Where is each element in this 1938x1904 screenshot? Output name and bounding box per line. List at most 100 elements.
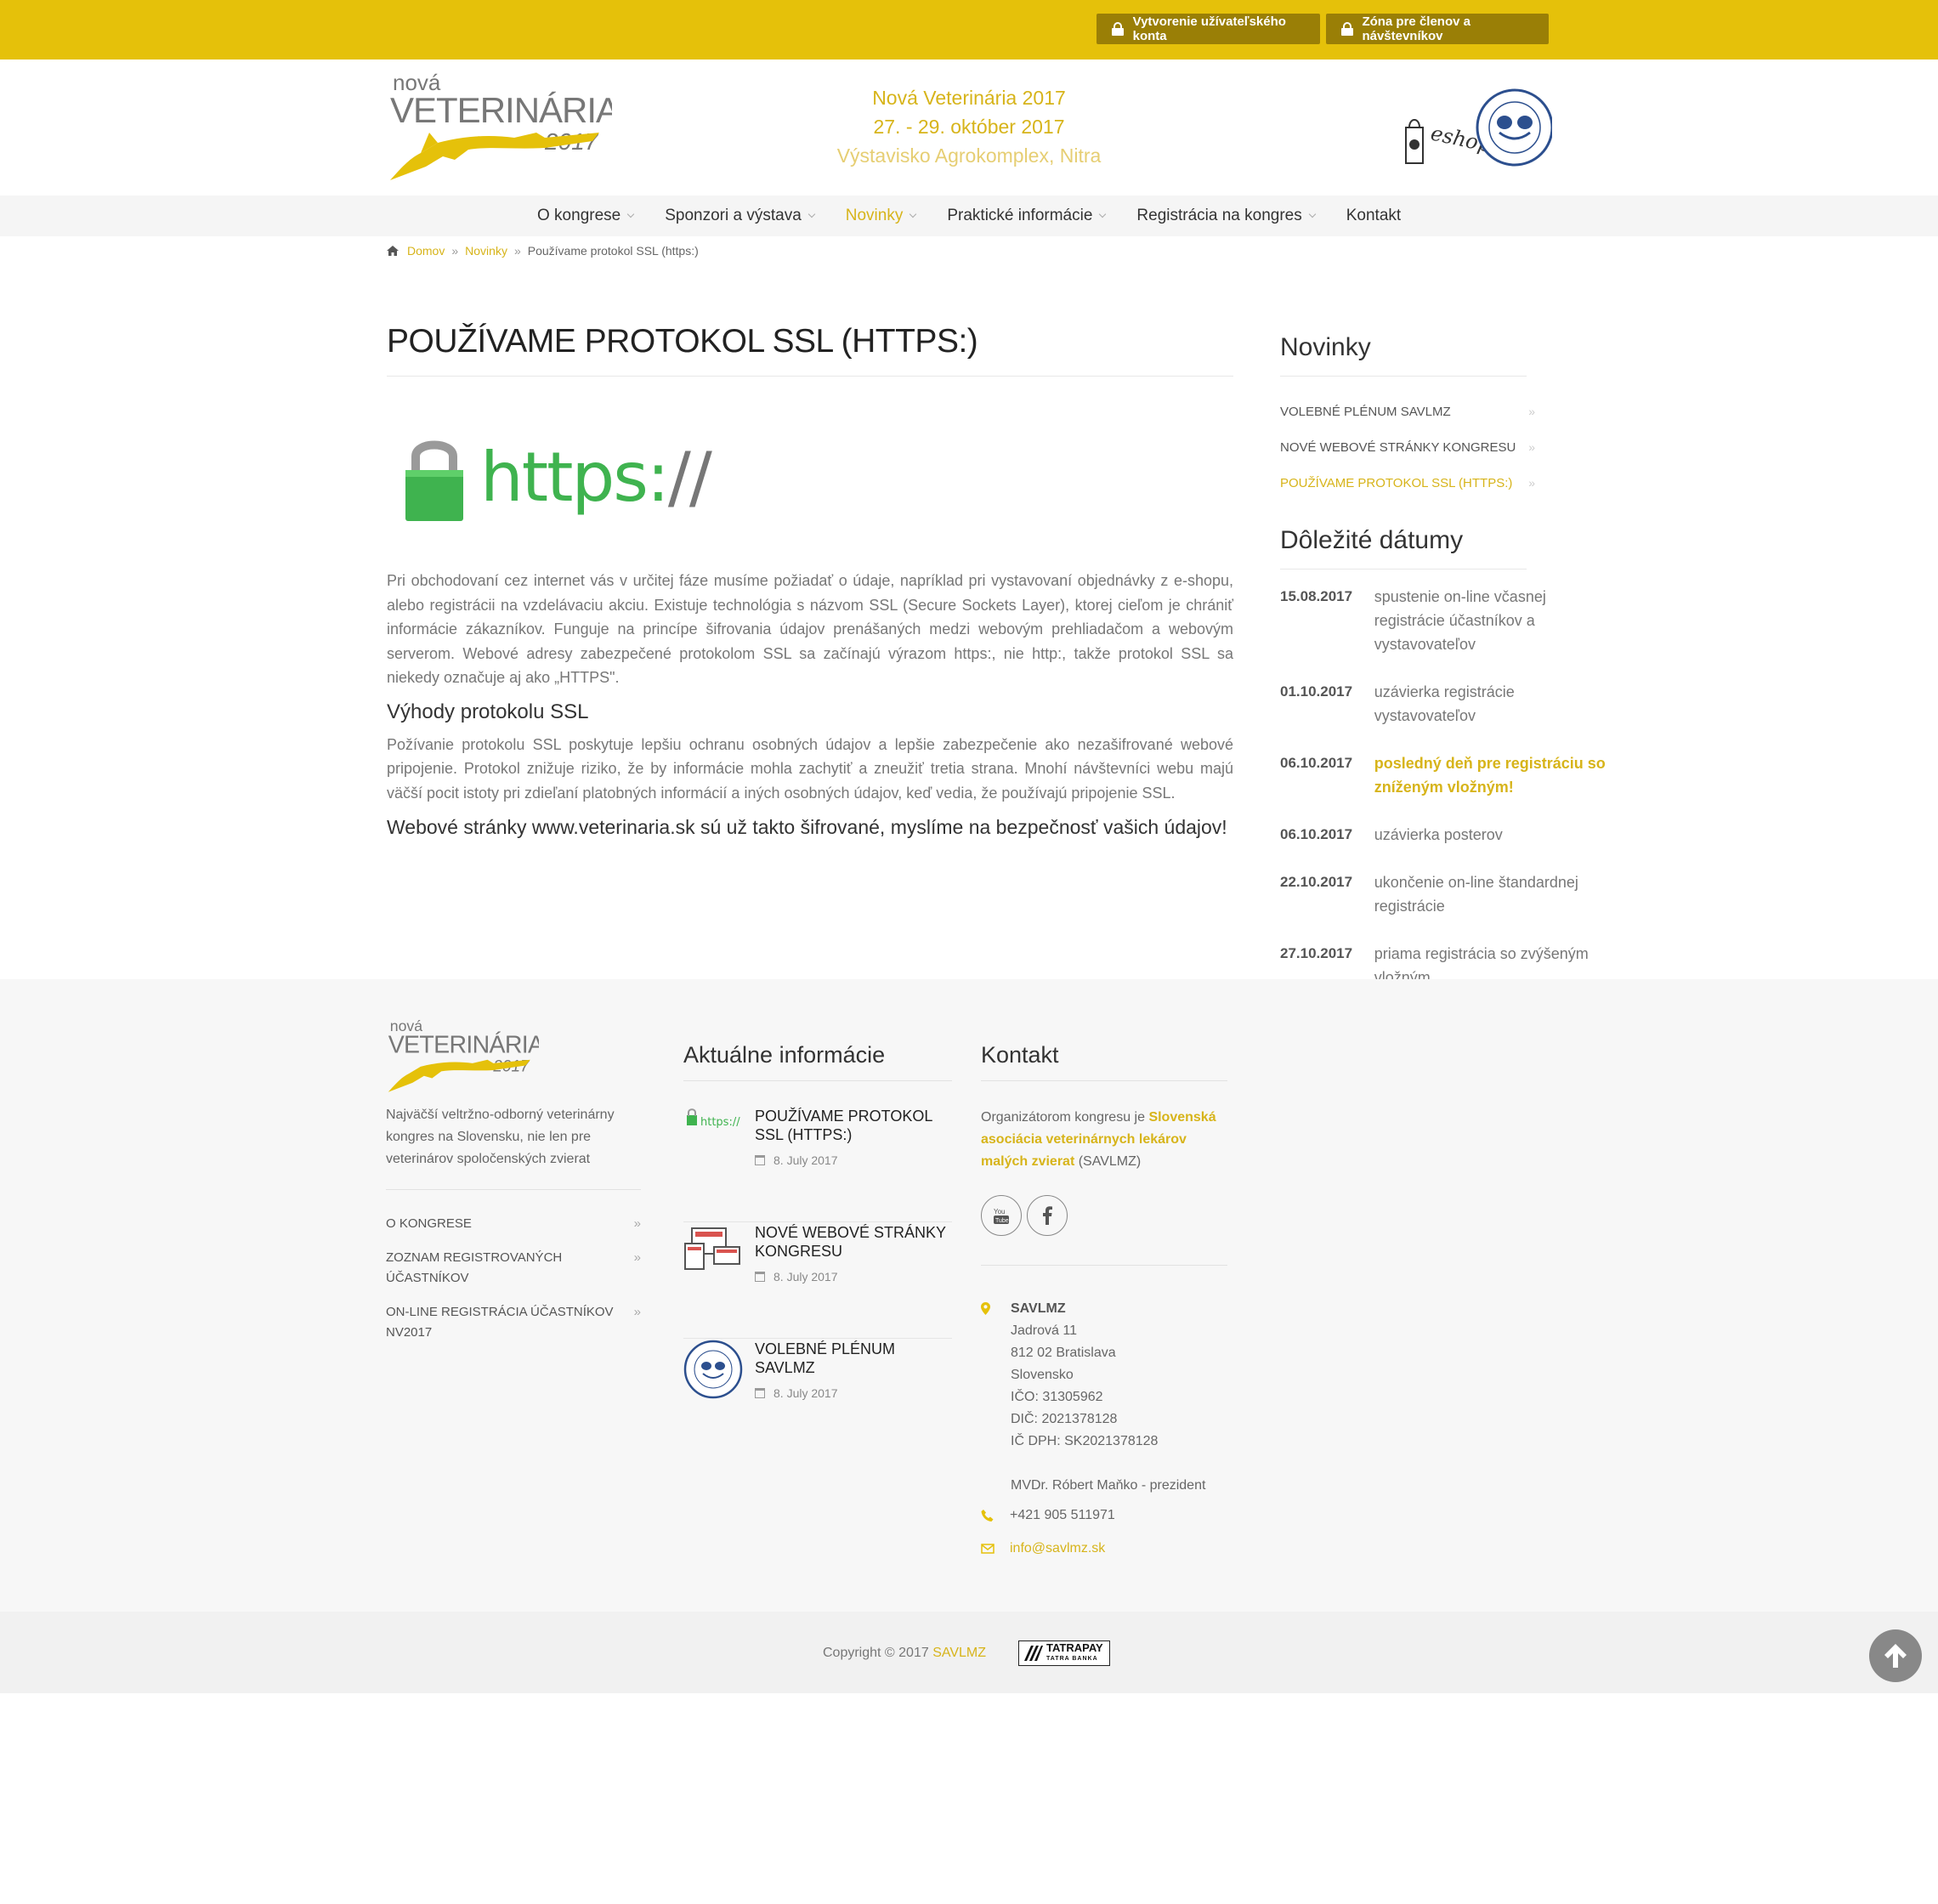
facebook-link[interactable] xyxy=(1027,1195,1068,1236)
calendar-icon xyxy=(755,1272,765,1282)
footer-link[interactable]: ON-LINE REGISTRÁCIA ÚČASTNÍKOV NV2017 » xyxy=(386,1302,641,1343)
breadcrumb-separator: » xyxy=(451,244,459,258)
savlmz-seal-icon xyxy=(683,1340,743,1399)
arrow-up-icon xyxy=(1884,1644,1907,1668)
veterinaria-logo: nová VETERINÁRIA 2017 xyxy=(390,70,612,180)
contact-phone: +421 905 511971 xyxy=(981,1508,1115,1523)
contact-organizer: Organizátorom kongresu je Slovenská asoc… xyxy=(981,1107,1236,1173)
footer-news-item[interactable]: https:// POUŽÍVAME PROTOKOL SSL (HTTPS:)… xyxy=(683,1107,952,1222)
footer-news-item[interactable]: NOVÉ WEBOVÉ STRÁNKY KONGRESU 8. July 201… xyxy=(683,1223,952,1339)
page-title: POUŽÍVAME PROTOKOL SSL (HTTPS:) xyxy=(387,323,1233,377)
breadcrumb: Domov » Novinky » Používame protokol SSL… xyxy=(387,244,699,258)
news-title: NOVÉ WEBOVÉ STRÁNKY KONGRESU xyxy=(755,1224,946,1260)
home-icon xyxy=(387,246,399,256)
nav-item-kontakt[interactable]: Kontakt xyxy=(1346,207,1401,225)
date-text: spustenie on-line včasnej registrácie úč… xyxy=(1374,588,1546,653)
sidebar: Novinky VOLEBNÉ PLÉNUM SAVLMZ » NOVÉ WEBO… xyxy=(1280,333,1620,989)
event-location: Výstavisko Agrokomplex, Nitra xyxy=(836,144,1102,167)
article: POUŽÍVAME PROTOKOL SSL (HTTPS:) https://… xyxy=(387,323,1233,839)
address-street: Jadrová 11 xyxy=(1011,1323,1077,1338)
news-date: 8. July 2017 xyxy=(755,1270,838,1284)
copyright-brand-link[interactable]: SAVLMZ xyxy=(932,1646,986,1660)
breadcrumb-current: Používame protokol SSL (https:) xyxy=(527,244,699,258)
date-text: ukončenie on-line štandardnej registráci… xyxy=(1374,874,1578,915)
date-text: uzávierka registrácie vystavovateľov xyxy=(1374,683,1515,724)
news-title: VOLEBNÉ PLÉNUM SAVLMZ xyxy=(755,1340,896,1376)
member-zone-button[interactable]: Zóna pre členov a návštevníkov xyxy=(1326,14,1549,44)
news-thumb-text: https:// xyxy=(700,1116,740,1129)
nav-label: Praktické informácie xyxy=(947,207,1093,224)
chevron-right-icon: » xyxy=(1528,476,1535,490)
date-value: 06.10.2017 xyxy=(1280,826,1353,842)
date-row: 22.10.2017 ukončenie on-line štandardnej … xyxy=(1280,870,1620,918)
address-country: Slovensko xyxy=(1011,1368,1074,1382)
lock-icon xyxy=(1341,22,1354,36)
address-icdph: IČ DPH: SK2021378128 xyxy=(1011,1434,1159,1448)
chevron-right-icon: » xyxy=(633,1250,641,1265)
address-city: 812 02 Bratislava xyxy=(1011,1346,1116,1360)
create-account-button[interactable]: Vytvorenie užívateľského konta xyxy=(1096,14,1320,44)
sidebar-news-item[interactable]: NOVÉ WEBOVÉ STRÁNKY KONGRESU » xyxy=(1280,429,1535,465)
event-info: Nová Veterinária 2017 27. - 29. október … xyxy=(790,83,1148,170)
contact-pre: Organizátorom kongresu je xyxy=(981,1110,1149,1125)
divider xyxy=(981,1265,1227,1266)
sidebar-news-label: VOLEBNÉ PLÉNUM SAVLMZ xyxy=(1280,404,1451,419)
event-title: Nová Veterinária 2017 xyxy=(872,87,1066,109)
news-thumbnail xyxy=(683,1340,743,1399)
nav-item-registracia[interactable]: Registrácia na kongres xyxy=(1136,207,1316,225)
footer-description: Najväčší veltržno-odborný veterinárny ko… xyxy=(386,1104,641,1190)
devices-icon xyxy=(684,1227,740,1270)
nav-item-novinky[interactable]: Novinky xyxy=(846,207,917,225)
news-date-text: 8. July 2017 xyxy=(774,1270,838,1284)
footer-news-item[interactable]: VOLEBNÉ PLÉNUM SAVLMZ 8. July 2017 xyxy=(683,1340,952,1455)
padlock-icon xyxy=(405,440,463,521)
breadcrumb-novinky[interactable]: Novinky xyxy=(465,244,507,258)
news-thumbnail xyxy=(683,1223,743,1283)
nav-item-sponzori[interactable]: Sponzori a výstava xyxy=(665,207,816,225)
date-row: 01.10.2017 uzávierka registrácie vystavov… xyxy=(1280,680,1620,728)
scroll-to-top-button[interactable] xyxy=(1869,1629,1922,1682)
https-text-a: https: xyxy=(480,438,670,517)
news-date-text: 8. July 2017 xyxy=(774,1386,838,1400)
chevron-down-icon xyxy=(626,210,635,218)
svg-text:Tube: Tube xyxy=(995,1218,1009,1224)
address-name: SAVLMZ xyxy=(1011,1301,1066,1316)
chevron-right-icon: » xyxy=(633,1305,641,1319)
top-bar: Vytvorenie užívateľského konta Zóna pre … xyxy=(0,0,1938,60)
footer-link[interactable]: ZOZNAM REGISTROVANÝCH ÚČASTNÍKOV » xyxy=(386,1248,641,1289)
https-text: https:// xyxy=(480,438,712,517)
date-value: 15.08.2017 xyxy=(1280,588,1353,604)
contact-email-link[interactable]: info@savlmz.sk xyxy=(981,1541,1105,1556)
date-text: uzávierka posterov xyxy=(1374,826,1503,843)
phone-number: +421 905 511971 xyxy=(1010,1508,1115,1522)
date-row: 15.08.2017 spustenie on-line včasnej regi… xyxy=(1280,585,1620,656)
breadcrumb-separator: » xyxy=(513,244,521,258)
event-dates: 27. - 29. október 2017 xyxy=(873,116,1065,138)
address-dic: DIČ: 2021378128 xyxy=(1011,1412,1118,1426)
main-nav: O kongrese Sponzori a výstava Novinky Pr… xyxy=(0,196,1938,236)
footer-link-label: O KONGRESE xyxy=(386,1216,472,1231)
nav-item-prakticke-informacie[interactable]: Praktické informácie xyxy=(947,207,1107,225)
date-value: 06.10.2017 xyxy=(1280,755,1353,771)
news-title: POUŽÍVAME PROTOKOL SSL (HTTPS:) xyxy=(755,1108,932,1143)
footer-link[interactable]: O KONGRESE » xyxy=(386,1214,641,1234)
chevron-right-icon: » xyxy=(633,1216,641,1231)
breadcrumb-home[interactable]: Domov xyxy=(407,244,445,258)
map-marker-icon xyxy=(981,1302,990,1315)
date-row-highlight: 06.10.2017 posledný deň pre registráciu s… xyxy=(1280,751,1620,799)
sidebar-news-item-active[interactable]: POUŽÍVAME PROTOKOL SSL (HTTPS:) » xyxy=(1280,465,1535,501)
sidebar-news-list: VOLEBNÉ PLÉNUM SAVLMZ » NOVÉ WEBOVÉ STRÁN… xyxy=(1280,394,1620,501)
news-date-text: 8. July 2017 xyxy=(774,1153,838,1167)
article-paragraph: Pri obchodovaní cez internet vás v určit… xyxy=(387,572,1233,686)
chevron-right-icon: » xyxy=(1528,440,1535,454)
nav-label: Registrácia na kongres xyxy=(1136,207,1302,224)
footer-news-heading: Aktuálne informácie xyxy=(683,1042,952,1081)
youtube-link[interactable]: You Tube xyxy=(981,1195,1022,1236)
nav-item-o-kongrese[interactable]: O kongrese xyxy=(537,207,635,225)
calendar-icon xyxy=(755,1388,765,1398)
envelope-icon xyxy=(981,1544,994,1554)
sidebar-news-item[interactable]: VOLEBNÉ PLÉNUM SAVLMZ » xyxy=(1280,394,1535,429)
nav-label: Sponzori a výstava xyxy=(665,207,802,224)
contact-post: (SAVLMZ) xyxy=(1074,1154,1142,1169)
sidebar-news-heading: Novinky xyxy=(1280,333,1527,377)
